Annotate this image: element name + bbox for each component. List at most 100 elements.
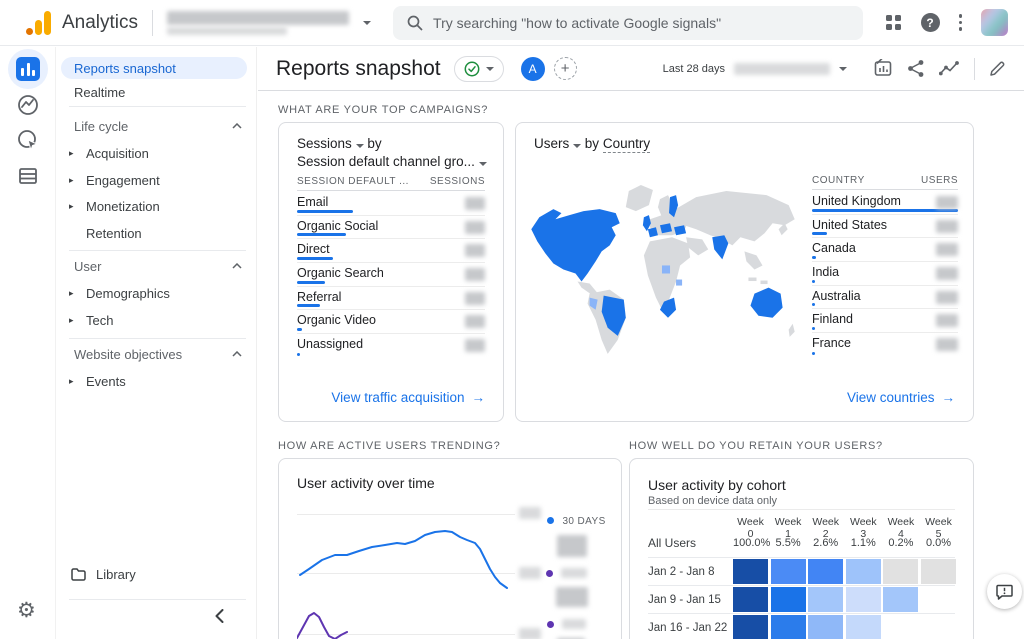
report-status-dropdown[interactable] (454, 56, 504, 82)
reports-sidebar: Reports snapshot Realtime Life cycle ▸Ac… (57, 47, 257, 639)
report-body: WHAT ARE YOUR TOP CAMPAIGNS? Sessions by… (258, 92, 1024, 639)
expand-arrow-icon[interactable]: ▸ (69, 201, 86, 212)
workspace-avatar[interactable]: A (521, 57, 545, 81)
property-id-redacted (167, 27, 287, 35)
rail-explore[interactable] (8, 85, 48, 125)
search-icon (407, 15, 423, 31)
share-icon[interactable] (907, 59, 925, 78)
metric-selector[interactable]: Sessions by (297, 136, 382, 151)
date-caret-icon[interactable] (839, 67, 847, 71)
sidebar-section-life-cycle[interactable]: Life cycle (74, 115, 242, 137)
account-caret-icon[interactable] (363, 21, 371, 25)
overflow-menu-icon[interactable] (959, 14, 963, 31)
table-row: United Kingdom (812, 191, 958, 215)
sidebar-item-reports-snapshot[interactable]: Reports snapshot (61, 57, 247, 79)
analytics-logo-icon[interactable] (26, 10, 52, 36)
view-countries-link[interactable]: View countries→ (847, 390, 955, 405)
section-heading-trending: HOW ARE ACTIVE USERS TRENDING? (278, 440, 501, 452)
feedback-button[interactable] (987, 574, 1022, 609)
sidebar-section-user[interactable]: User (74, 255, 242, 277)
expand-arrow-icon[interactable]: ▸ (69, 315, 86, 326)
folder-icon (71, 568, 86, 581)
cohort-cell (733, 587, 768, 612)
metric-selector[interactable]: Users by Country (534, 136, 650, 151)
dimension-selector[interactable]: Country (603, 136, 650, 153)
sidebar-item-events[interactable]: ▸Events (57, 370, 256, 392)
axis-tick-redacted (519, 628, 541, 639)
add-collaborator-button[interactable]: + (554, 57, 577, 80)
all-users-value: 2.6% (808, 537, 843, 549)
arrow-right-icon: → (942, 390, 956, 405)
cohort-cell (733, 615, 768, 639)
analytics-app: Analytics ? (0, 0, 1024, 639)
sidebar-item-monetization[interactable]: ▸Monetization (57, 195, 256, 217)
cohort-cell (733, 559, 768, 584)
dimension-selector[interactable]: Session default channel gro... (297, 154, 487, 169)
view-traffic-acquisition-link[interactable]: View traffic acquisition→ (331, 390, 485, 405)
cohort-row-label: Jan 16 - Jan 22 (648, 622, 727, 634)
card-subtitle: Based on device data only (648, 495, 777, 507)
line-7-days (297, 613, 347, 639)
account-name-redacted (167, 11, 349, 25)
chevron-up-icon[interactable] (232, 351, 242, 357)
cohort-cell (771, 615, 806, 639)
divider (974, 58, 975, 80)
countries-table: United Kingdom United States Canada Indi… (812, 191, 958, 357)
edit-pencil-icon[interactable] (989, 60, 1006, 77)
sidebar-item-engagement[interactable]: ▸Engagement (57, 169, 256, 191)
table-header: SESSION DEFAULT ... SESSIONS (297, 176, 485, 191)
divider (69, 250, 246, 251)
search-bar[interactable] (393, 6, 863, 40)
map-australia (750, 288, 782, 318)
expand-arrow-icon[interactable]: ▸ (69, 148, 86, 159)
table-row: Referral (297, 287, 485, 311)
expand-arrow-icon[interactable]: ▸ (69, 376, 86, 387)
advertising-icon (16, 128, 40, 152)
expand-arrow-icon[interactable]: ▸ (69, 175, 86, 186)
sidebar-item-library[interactable]: Library (57, 563, 256, 585)
expand-arrow-icon[interactable]: ▸ (69, 288, 86, 299)
sidebar-item-tech[interactable]: ▸Tech (57, 309, 256, 331)
chevron-up-icon[interactable] (232, 123, 242, 129)
sidebar-section-website-objectives[interactable]: Website objectives (74, 343, 242, 365)
axis-tick-redacted (519, 567, 541, 579)
user-avatar[interactable] (981, 9, 1008, 36)
cohort-cell (846, 615, 881, 639)
table-row: Email (297, 192, 485, 216)
table-row: Australia (812, 286, 958, 310)
channels-card: Sessions by Session default channel gro.… (278, 122, 504, 422)
collapse-sidebar-button[interactable] (215, 609, 224, 623)
table-row: India (812, 262, 958, 286)
customize-report-icon[interactable] (874, 59, 893, 78)
cohort-cell (883, 587, 918, 612)
sidebar-item-demographics[interactable]: ▸Demographics (57, 282, 256, 304)
cohort-cell (883, 559, 918, 584)
admin-table-icon (17, 165, 39, 187)
caret-down-icon (486, 67, 494, 71)
sidebar-item-realtime[interactable]: Realtime (57, 81, 256, 103)
account-switcher[interactable] (167, 11, 349, 35)
cohort-cell (846, 587, 881, 612)
cohort-row-label: Jan 2 - Jan 8 (648, 566, 714, 578)
check-circle-icon (464, 61, 480, 77)
sidebar-item-acquisition[interactable]: ▸Acquisition (57, 142, 256, 164)
settings-gear-icon[interactable]: ⚙ (17, 600, 36, 621)
chevron-up-icon[interactable] (232, 263, 242, 269)
rail-advertising[interactable] (8, 120, 48, 160)
page-title: Reports snapshot (276, 57, 441, 81)
table-row: Canada (812, 238, 958, 262)
cohort-cell (921, 559, 956, 584)
all-users-value: 1.1% (846, 537, 881, 549)
sidebar-item-retention[interactable]: Retention (57, 222, 256, 244)
rail-reports[interactable] (8, 49, 48, 89)
help-icon[interactable]: ? (921, 13, 940, 32)
app-name[interactable]: Analytics (62, 12, 138, 34)
rail-admin[interactable] (8, 156, 48, 196)
nav-rail: ⚙ (0, 47, 56, 639)
insights-icon[interactable] (939, 61, 960, 77)
cohort-cell (846, 559, 881, 584)
date-range-label[interactable]: Last 28 days (663, 63, 725, 75)
section-heading-retention: HOW WELL DO YOU RETAIN YOUR USERS? (629, 440, 883, 452)
apps-grid-icon[interactable] (886, 15, 902, 31)
search-input[interactable] (433, 15, 849, 31)
